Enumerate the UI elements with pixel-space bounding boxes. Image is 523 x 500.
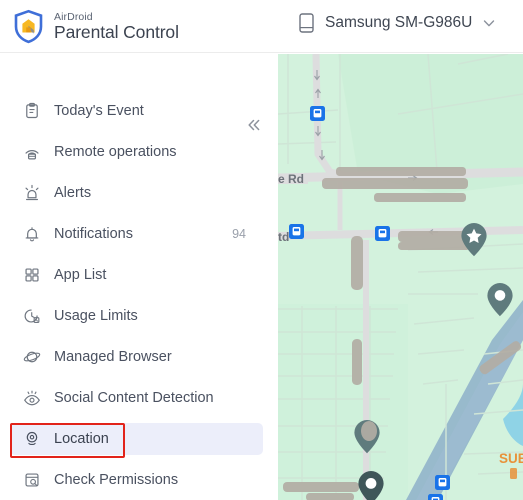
sidebar-item-label: Social Content Detection [54,390,214,406]
poi-label-subway: SUBW [499,451,523,466]
transit-stop-icon[interactable] [428,494,443,500]
transit-stop-icon[interactable] [375,226,390,241]
sidebar-item-remote-operations[interactable]: Remote operations [10,136,263,168]
antenna-icon [22,142,42,162]
poi-marker-subway [510,468,517,479]
sidebar-item-location[interactable]: Location [10,423,263,455]
sidebar-item-alerts[interactable]: Alerts [10,177,263,209]
transit-stop-icon[interactable] [435,475,450,490]
shield-house-logo-icon [12,9,45,44]
transit-stop-icon[interactable] [310,106,325,121]
sidebar-item-label: Managed Browser [54,349,172,365]
brand-logo-group: AirDroid Parental Control [12,9,179,44]
clipboard-icon [22,101,42,121]
siren-icon [22,183,42,203]
app-header: AirDroid Parental Control Samsung SM-G98… [0,0,523,53]
sidebar-item-todays-event[interactable]: Today's Event [10,95,263,127]
brand-subtitle: AirDroid [54,11,93,23]
transit-stop-icon[interactable] [289,224,304,239]
phone-icon [299,13,314,33]
sidebar-item-label: Remote operations [54,144,177,160]
eye-icon [22,388,42,408]
brand-text-group: AirDroid Parental Control [54,12,179,41]
grid-icon [22,265,42,285]
sidebar-item-label: Location [54,431,109,447]
sidebar-item-label: Notifications [54,226,133,242]
sidebar-item-social-content-detection[interactable]: Social Content Detection [10,382,263,414]
sidebar-item-label: Usage Limits [54,308,138,324]
planet-icon [22,347,42,367]
sidebar-item-label: App List [54,267,107,283]
sidebar-item-managed-browser[interactable]: Managed Browser [10,341,263,373]
bell-icon [22,224,42,244]
map-canvas[interactable]: e Rd td SUBW [278,54,523,500]
airdroid-parental-control-window: AirDroid Parental Control Samsung SM-G98… [0,0,523,500]
sidebar-item-label: Check Permissions [54,472,179,488]
sidebar-menu: Today's Event Remote operations Alerts N… [0,95,278,500]
location-pin-icon [22,429,42,449]
sidebar-item-usage-limits[interactable]: Usage Limits [10,300,263,332]
chevron-down-icon[interactable] [482,16,496,30]
device-selector[interactable]: Samsung SM-G986U [299,13,496,33]
location-map[interactable]: e Rd td SUBW [278,54,523,500]
sidebar-item-check-permissions[interactable]: Check Permissions [10,464,263,496]
road-label-0: e Rd [278,172,304,186]
notifications-badge: 94 [232,227,246,241]
clock-limit-icon [22,306,42,326]
device-name-label: Samsung SM-G986U [325,14,473,31]
road-label-1: td [278,230,289,244]
sidebar-item-app-list[interactable]: App List [10,259,263,291]
sidebar-item-label: Alerts [54,185,92,201]
permissions-icon [22,470,42,490]
sidebar-navigation: Today's Event Remote operations Alerts N… [0,54,278,500]
sidebar-item-label: Today's Event [54,103,144,119]
brand-title: Parental Control [54,21,179,42]
sidebar-item-notifications[interactable]: Notifications 94 [10,218,263,250]
